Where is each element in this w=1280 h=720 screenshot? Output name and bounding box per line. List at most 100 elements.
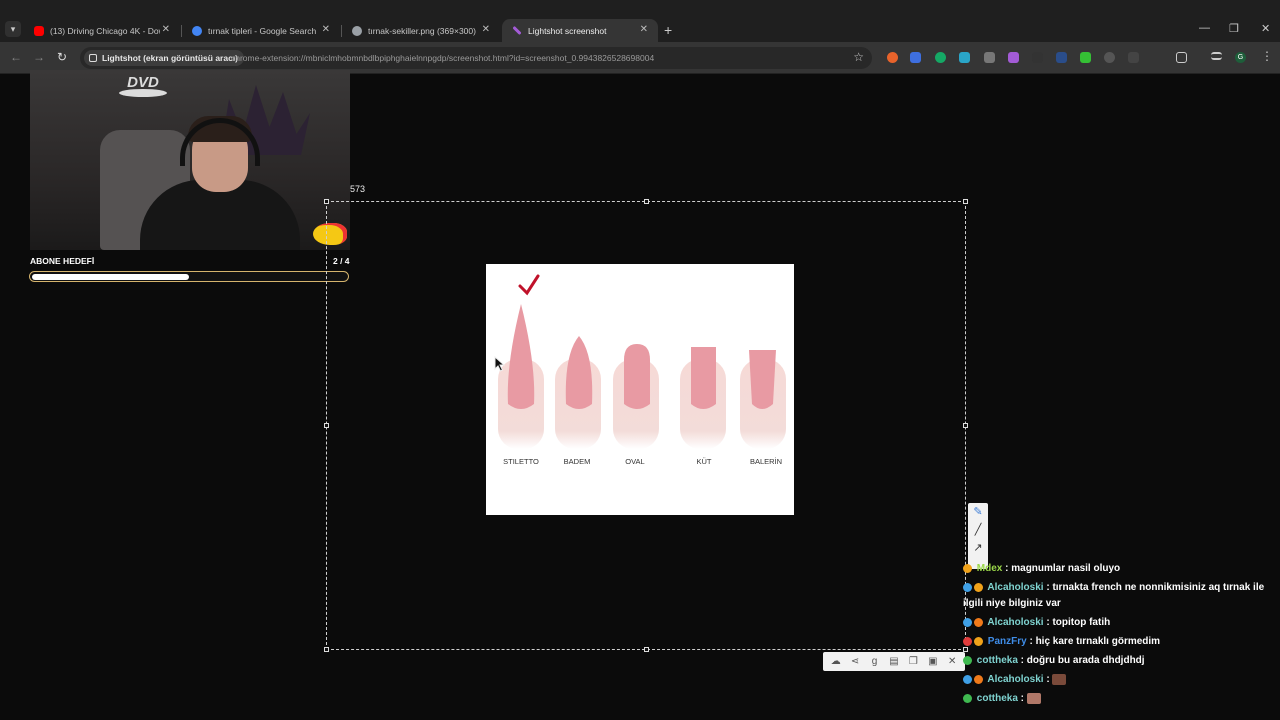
chat-username: Mdex bbox=[976, 563, 1003, 574]
extension-cross-icon[interactable] bbox=[1128, 52, 1139, 63]
chat-username: cottheka bbox=[976, 655, 1018, 666]
tab-title: (13) Driving Chicago 4K - Dow bbox=[50, 25, 160, 36]
badge-icon bbox=[963, 636, 972, 646]
new-tab-button[interactable]: + bbox=[664, 22, 672, 38]
emote-icon bbox=[1052, 673, 1067, 685]
tab-title: Lightshot screenshot bbox=[528, 25, 607, 36]
extension-green-icon[interactable] bbox=[1080, 52, 1091, 63]
chat-text: topitop fatih bbox=[1052, 617, 1111, 628]
tab-lightshot[interactable]: Lightshot screenshot ✕ bbox=[502, 19, 658, 42]
reload-icon[interactable]: ↻ bbox=[57, 50, 67, 64]
profile-avatar[interactable]: G bbox=[1235, 52, 1246, 63]
line-tool-icon[interactable]: ╱ bbox=[968, 521, 988, 539]
resize-handle[interactable] bbox=[963, 423, 968, 428]
chat-username: Alcaholoski bbox=[987, 617, 1044, 628]
badge-icon bbox=[974, 674, 983, 684]
badge-icon bbox=[963, 617, 972, 627]
tab-title: tırnak tipleri - Google Search bbox=[208, 25, 317, 36]
extension-bird-icon[interactable] bbox=[1032, 52, 1043, 63]
chat-message: Mdex : magnumlar nasil oluyo bbox=[963, 561, 1273, 577]
chat-username: cottheka bbox=[976, 693, 1018, 704]
badge-icon bbox=[963, 582, 972, 592]
lightshot-feather-icon[interactable] bbox=[1008, 52, 1019, 63]
mouse-cursor-icon bbox=[494, 356, 506, 372]
badge-icon bbox=[974, 617, 983, 627]
resize-handle[interactable] bbox=[963, 199, 968, 204]
chat-username: PanzFry bbox=[987, 636, 1027, 647]
lightshot-draw-toolbar: ✎ ╱ ↗ bbox=[968, 503, 988, 569]
menu-dots-icon[interactable]: ⋮ bbox=[1261, 49, 1273, 63]
google-icon bbox=[192, 25, 202, 36]
grammarly-icon[interactable] bbox=[935, 52, 946, 63]
dvd-logo-text: DVD bbox=[127, 74, 159, 91]
bookmark-star-icon[interactable]: ☆ bbox=[853, 50, 864, 64]
minimize-icon[interactable]: — bbox=[1199, 22, 1210, 34]
address-bar[interactable]: Lightshot (ekran görüntüsü aracı) chrome… bbox=[80, 47, 872, 69]
extension-power-icon[interactable] bbox=[1104, 52, 1115, 63]
chat-text: magnumlar nasil oluyo bbox=[1011, 563, 1121, 574]
tab-strip: ▾ (13) Driving Chicago 4K - Dow ✕ tırnak… bbox=[0, 0, 1280, 42]
url-text: chrome-extension://mbniclmhobmnbdlbpiphg… bbox=[231, 53, 655, 63]
almond-nail bbox=[565, 336, 593, 409]
tab-title: tırnak-sekiller.png (369×300) bbox=[368, 25, 476, 36]
close-icon[interactable]: ✕ bbox=[322, 24, 330, 35]
chat-message: PanzFry : hiç kare tırnaklı görmedim bbox=[963, 634, 1273, 650]
badge-icon bbox=[974, 582, 983, 592]
subscriber-goal-label: ABONE HEDEFİ bbox=[30, 256, 95, 266]
save-icon[interactable]: ▣ bbox=[926, 656, 940, 667]
reading-list-icon[interactable] bbox=[1211, 52, 1222, 60]
google-search-icon[interactable]: g bbox=[868, 656, 882, 667]
tab-search-button[interactable]: ▾ bbox=[5, 21, 21, 37]
site-chip[interactable]: Lightshot (ekran görüntüsü aracı) bbox=[84, 50, 245, 66]
chat-username: Alcaholoski bbox=[987, 582, 1044, 593]
arrow-tool-icon[interactable]: ↗ bbox=[968, 539, 988, 557]
extension-dark-icon[interactable] bbox=[1056, 52, 1067, 63]
resize-handle[interactable] bbox=[324, 199, 329, 204]
webcam-overlay: DVD bbox=[30, 70, 350, 250]
restore-icon[interactable]: ❐ bbox=[1229, 22, 1239, 35]
forward-icon[interactable]: → bbox=[33, 50, 45, 64]
resize-handle[interactable] bbox=[324, 423, 329, 428]
resize-handle[interactable] bbox=[644, 199, 649, 204]
close-icon[interactable]: ✕ bbox=[945, 656, 959, 667]
close-icon[interactable]: ✕ bbox=[162, 24, 170, 35]
extension-translate-icon[interactable] bbox=[959, 52, 970, 63]
resize-handle[interactable] bbox=[644, 647, 649, 652]
chat-message: Alcaholoski : bbox=[963, 672, 1273, 688]
progress-fill bbox=[31, 273, 189, 280]
badge-icon bbox=[974, 636, 983, 646]
chat-text: hiç kare tırnaklı görmedim bbox=[1035, 636, 1161, 647]
badge-icon bbox=[963, 674, 972, 684]
tab-youtube[interactable]: (13) Driving Chicago 4K - Dow ✕ bbox=[24, 19, 180, 42]
nail-shapes-illustration bbox=[498, 274, 786, 449]
tab-image[interactable]: tırnak-sekiller.png (369×300) ✕ bbox=[342, 19, 500, 42]
oval-nail bbox=[624, 344, 650, 409]
upload-cloud-icon[interactable]: ☁ bbox=[829, 656, 843, 667]
nail-label-stiletto: STILETTO bbox=[503, 457, 539, 466]
subscriber-goal-progress bbox=[29, 271, 349, 282]
extension-orange-icon[interactable] bbox=[887, 52, 898, 63]
chat-message: Alcaholoski : topitop fatih bbox=[963, 615, 1273, 631]
close-window-icon[interactable]: ✕ bbox=[1261, 22, 1270, 35]
chat-text: doğru bu arada dhdjdhdj bbox=[1026, 655, 1145, 666]
coordinate-readout: 573 bbox=[350, 184, 366, 194]
emote-icon bbox=[1026, 692, 1041, 704]
ballerina-nail bbox=[749, 350, 776, 409]
close-icon[interactable]: ✕ bbox=[482, 24, 490, 35]
back-icon[interactable]: ← bbox=[10, 50, 22, 64]
stiletto-nail bbox=[507, 304, 535, 409]
print-icon[interactable]: ▤ bbox=[887, 656, 901, 667]
extension-icon bbox=[89, 54, 97, 62]
share-icon[interactable]: ⋖ bbox=[848, 656, 862, 667]
nail-label-square: KÜT bbox=[696, 457, 712, 466]
badge-icon bbox=[963, 655, 972, 665]
tab-google-search[interactable]: tırnak tipleri - Google Search ✕ bbox=[182, 19, 340, 42]
extensions-puzzle-icon[interactable] bbox=[1176, 52, 1187, 63]
extension-window-icon[interactable] bbox=[984, 52, 995, 63]
resize-handle[interactable] bbox=[324, 647, 329, 652]
pen-tool-icon[interactable]: ✎ bbox=[968, 503, 988, 521]
copy-icon[interactable]: ❐ bbox=[906, 656, 920, 667]
chat-username: Alcaholoski bbox=[987, 674, 1044, 685]
close-icon[interactable]: ✕ bbox=[640, 24, 648, 35]
extension-wave-icon[interactable] bbox=[910, 52, 921, 63]
